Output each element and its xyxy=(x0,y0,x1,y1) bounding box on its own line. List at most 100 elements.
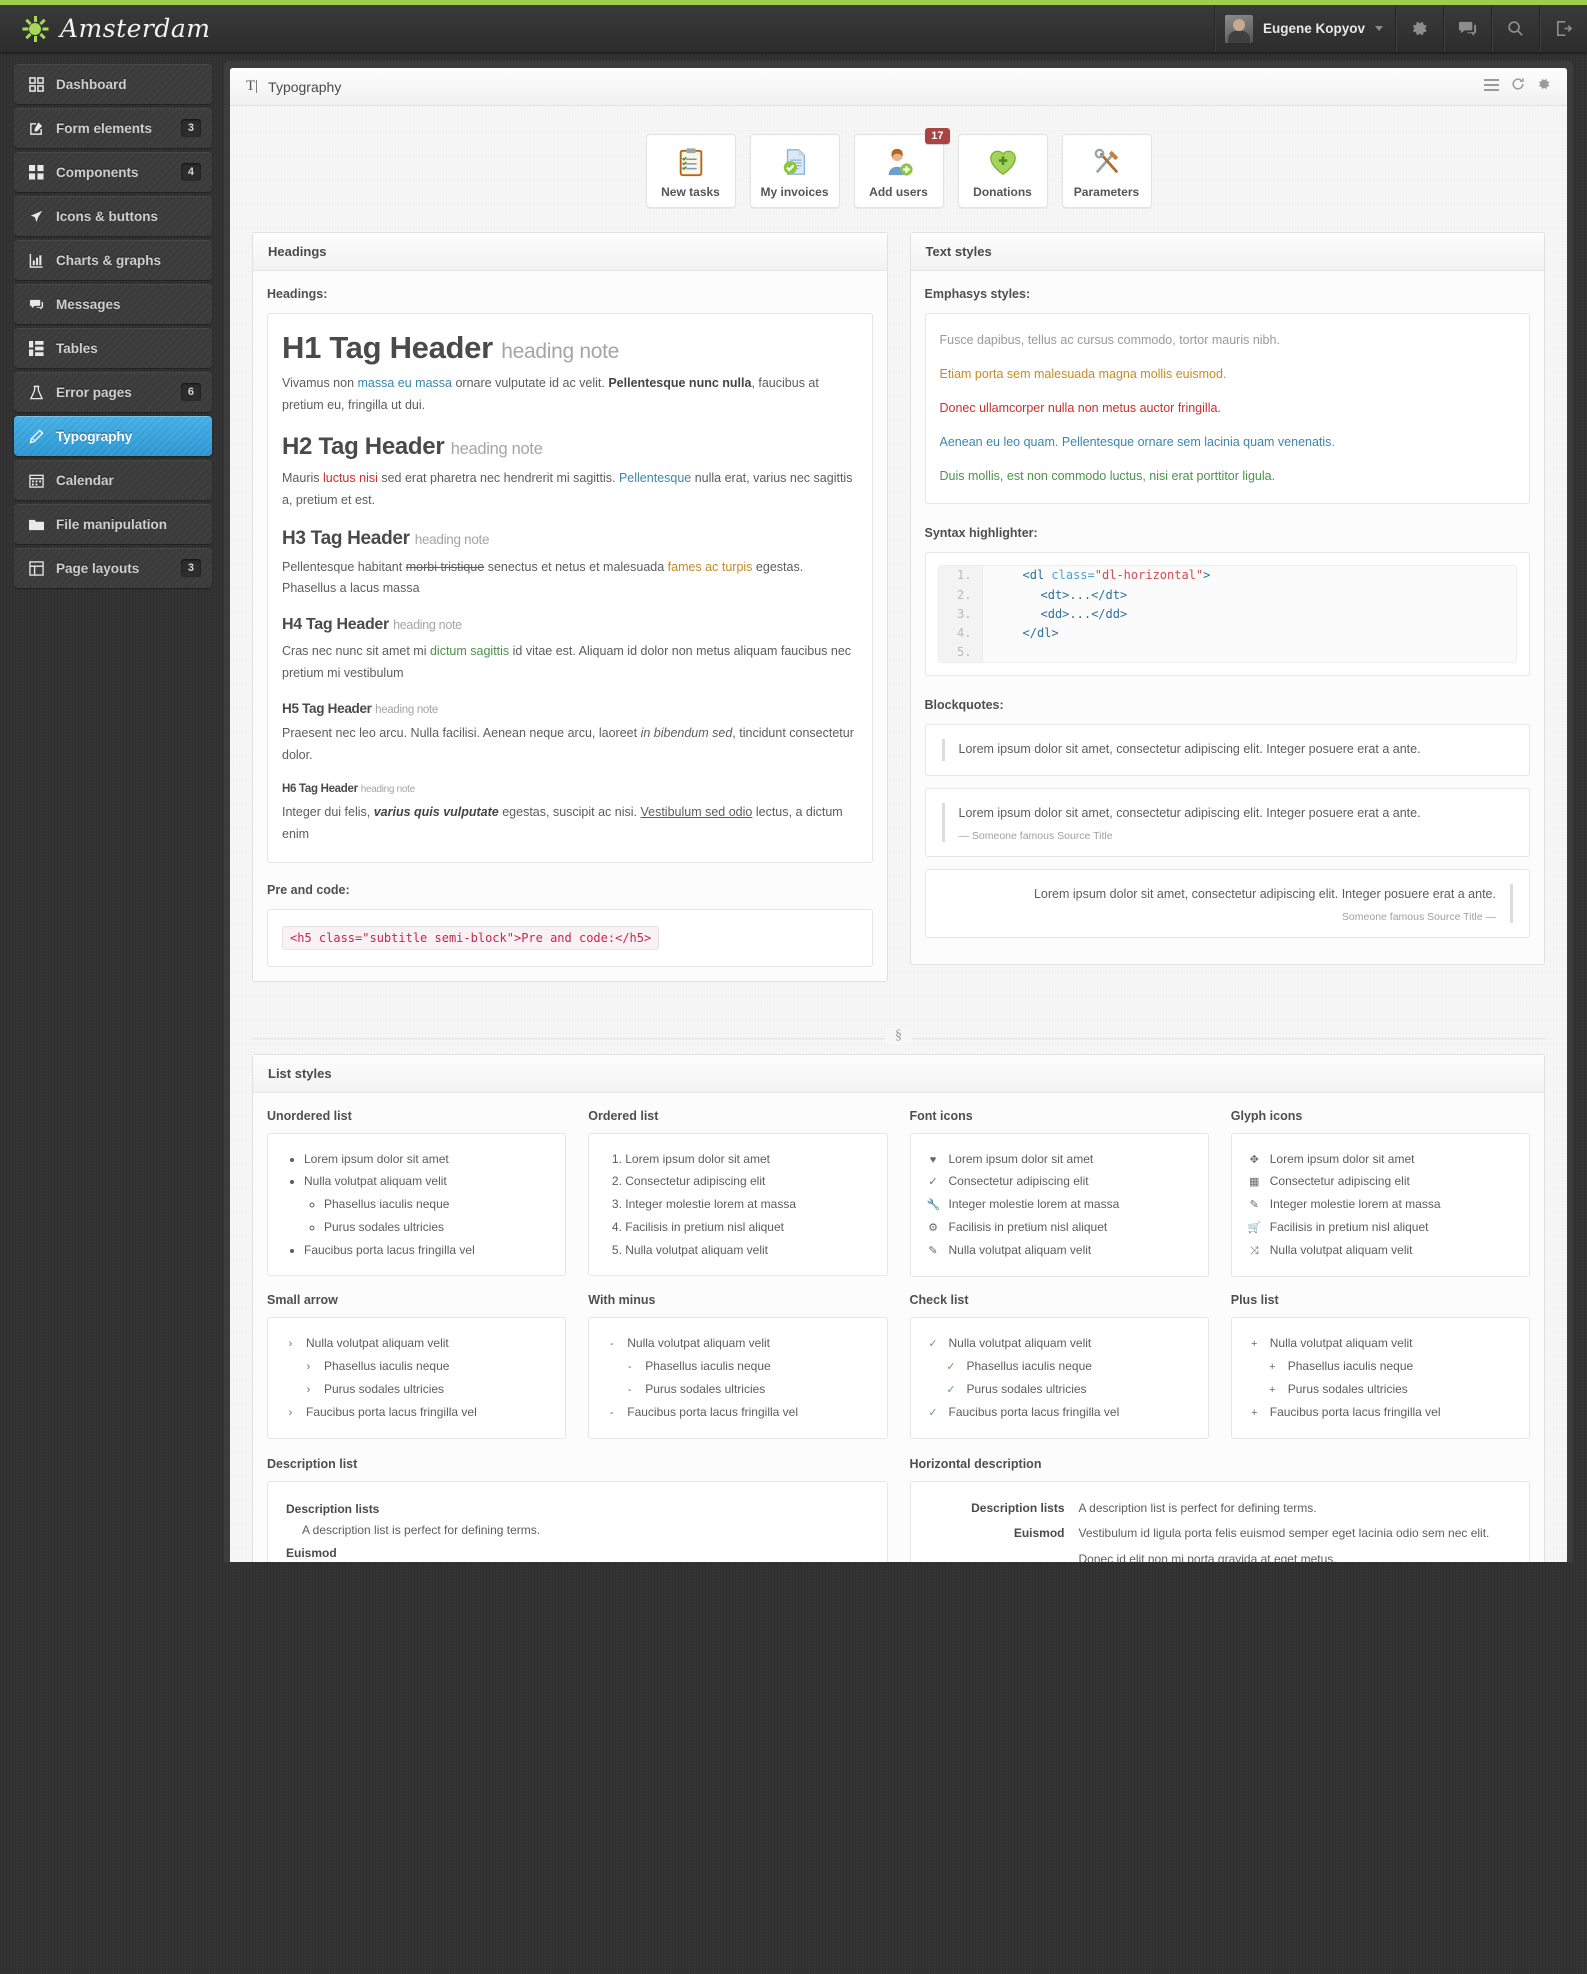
list-item: Nulla volutpat aliquam velitPhasellus ia… xyxy=(304,1170,549,1238)
list-item: Lorem ipsum dolor sit amet xyxy=(625,1148,870,1171)
list-item: ⤨ Nulla volutpat aliquam velit xyxy=(1248,1239,1513,1262)
code-line-number: 1. xyxy=(938,566,983,586)
list-item: + Purus sodales ultricies xyxy=(1248,1378,1513,1401)
h3-paragraph: Pellentesque habitant morbi tristique se… xyxy=(282,559,804,596)
list: Lorem ipsum dolor sit ametConsectetur ad… xyxy=(605,1148,870,1262)
list-item: Faucibus porta lacus fringilla vel xyxy=(304,1239,549,1262)
list-item-label: Phasellus iaculis neque xyxy=(645,1358,771,1373)
sidebar-item-tables[interactable]: Tables xyxy=(14,328,212,368)
brand[interactable]: Amsterdam xyxy=(0,14,211,43)
sidebar-item-form-elements[interactable]: Form elements 3 xyxy=(14,108,212,148)
sidebar-item-typography[interactable]: Typography xyxy=(14,416,212,456)
shortcut-label: My invoices xyxy=(760,185,829,199)
h6-note: heading note xyxy=(360,783,416,795)
sidebar-item-label: Tables xyxy=(56,340,98,356)
sidebar-item-charts-graphs[interactable]: Charts & graphs xyxy=(14,240,212,280)
logout-button[interactable] xyxy=(1539,5,1587,52)
sidebar-item-label: Charts & graphs xyxy=(56,252,162,268)
list-item: › Purus sodales ultricies xyxy=(284,1378,549,1401)
sidebar-item-calendar[interactable]: Calendar xyxy=(14,460,212,500)
refresh-icon[interactable] xyxy=(1511,77,1525,96)
list-box: ✓ Nulla volutpat aliquam velit ✓ Phasellus … xyxy=(909,1316,1209,1439)
list-item: 🔧 Integer molestie lorem at massa xyxy=(927,1193,1192,1216)
list-item-label: Faucibus porta lacus fringilla vel xyxy=(306,1404,477,1419)
description-detail: A description list is perfect for defini… xyxy=(302,1523,541,1538)
emphasis-list: Fusce dapibus, tellus ac cursus commodo,… xyxy=(924,313,1530,505)
list-group-title: Font icons xyxy=(909,1108,973,1123)
layout-icon xyxy=(25,560,47,576)
shortcut-parameters[interactable]: Parameters xyxy=(1061,134,1152,208)
sidebar-item-dashboard[interactable]: Dashboard xyxy=(14,64,212,104)
pencil-icon: ✎ xyxy=(1249,1199,1259,1212)
horizontal-description-detail: Vestibulum id ligula porta felis euismod… xyxy=(1078,1526,1490,1541)
list-box: - Nulla volutpat aliquam velit - Phasellus … xyxy=(588,1316,888,1439)
list-item-label: Purus sodales ultricies xyxy=(324,1381,445,1396)
sidebar-item-file-manipulation[interactable]: File manipulation xyxy=(14,504,212,544)
shortcut-my-invoices[interactable]: My invoices xyxy=(749,134,840,208)
list-item: ✎ Integer molestie lorem at massa xyxy=(1248,1193,1513,1216)
code-line: 3. <dd>...</dd> xyxy=(938,604,1517,624)
cursor-icon xyxy=(25,209,47,224)
description-list-title: Description list xyxy=(267,1456,358,1471)
list-item-label: Faucibus porta lacus fringilla vel xyxy=(1269,1404,1441,1419)
h3-note: heading note xyxy=(414,531,490,547)
sidebar-item-label: Dashboard xyxy=(56,76,127,92)
gear-icon: ⚙ xyxy=(928,1222,938,1235)
check-icon: ✓ xyxy=(928,1337,938,1350)
sidebar-item-error-pages[interactable]: Error pages 6 xyxy=(14,372,212,412)
headings-box-title: Headings xyxy=(253,233,887,271)
user-menu[interactable]: Eugene Kopyov xyxy=(1213,5,1395,52)
code-line-content xyxy=(983,643,1023,662)
sidebar-item-components[interactable]: Components 4 xyxy=(14,152,212,192)
sidebar-item-label: Icons & buttons xyxy=(56,208,158,224)
sidebar-item-icons-buttons[interactable]: Icons & buttons xyxy=(14,196,212,236)
list-icon[interactable] xyxy=(1484,78,1499,96)
shortcut-label: New tasks xyxy=(661,185,720,199)
code-line: 2. <dt>...</dt> xyxy=(938,585,1517,605)
check-icon: ✓ xyxy=(928,1406,938,1419)
list-item-label: Integer molestie lorem at massa xyxy=(948,1197,1120,1212)
gear-icon xyxy=(1412,21,1427,36)
h5-demo: H5 Tag Header heading note xyxy=(282,701,439,716)
list-item-label: Nulla volutpat aliquam velit xyxy=(627,1335,770,1350)
list-item: - Purus sodales ultricies xyxy=(605,1378,870,1401)
list-item: Purus sodales ultricies xyxy=(324,1216,549,1239)
list-box: › Nulla volutpat aliquam velit › Phasellus … xyxy=(267,1316,567,1439)
gear-icon[interactable] xyxy=(1537,77,1551,96)
list-item-label: Phasellus iaculis neque xyxy=(1287,1358,1414,1373)
plus-icon: + xyxy=(1269,1360,1276,1373)
sidebar-item-label: Error pages xyxy=(56,384,132,400)
list-group-title: Unordered list xyxy=(267,1108,352,1123)
resize-icon: ⤨ xyxy=(1249,1245,1259,1258)
list-item-label: Purus sodales ultricies xyxy=(1287,1381,1408,1396)
blockquote-source: Someone famous Source Title — xyxy=(1341,911,1496,924)
tools-icon xyxy=(1067,145,1147,179)
minus-icon: - xyxy=(627,1360,632,1373)
blockquote: Lorem ipsum dolor sit amet, consectetur … xyxy=(924,787,1530,857)
list-group: Glyph icons ✥ Lorem ipsum dolor sit amet ▦ C… xyxy=(1230,1109,1530,1277)
h2-demo: H2 Tag Header heading note xyxy=(282,432,543,460)
shortcut-label: Parameters xyxy=(1073,185,1140,199)
sidebar-item-messages[interactable]: Messages xyxy=(14,284,212,324)
list-styles-title: List styles xyxy=(253,1054,1544,1093)
shortcut-new-tasks[interactable]: New tasks xyxy=(645,134,736,208)
list-item-label: Purus sodales ultricies xyxy=(645,1381,766,1396)
messages-button[interactable] xyxy=(1443,5,1491,52)
chevron-right-icon: › xyxy=(288,1337,293,1350)
list-item-label: Facilisis in pretium nisl aliquet xyxy=(1269,1220,1429,1235)
search-button[interactable] xyxy=(1491,5,1539,52)
code-line-content: </dl> xyxy=(1022,625,1059,640)
code-line: 1. <dl class="dl-horizontal"> xyxy=(938,566,1517,586)
code-line-content: <dl class="dl-horizontal"> xyxy=(1022,568,1211,583)
sidebar-item-page-layouts[interactable]: Page layouts 3 xyxy=(14,548,212,588)
shortcut-add-users[interactable]: Add users 17 xyxy=(853,128,950,208)
list-item: ✓ Consectetur adipiscing elit xyxy=(927,1170,1192,1193)
shortcut-donations[interactable]: Donations xyxy=(957,134,1048,208)
horizontal-description-list: Description lists A description list is p… xyxy=(909,1480,1530,1562)
add-user-icon xyxy=(859,145,939,179)
h4-paragraph: Cras nec nunc sit amet mi dictum sagitti… xyxy=(282,644,852,681)
list-styles-box: List styles Unordered list Lorem ipsum do… xyxy=(252,1053,1545,1562)
sun-icon xyxy=(22,15,48,42)
nested-list: Phasellus iaculis nequePurus sodales ult… xyxy=(304,1193,549,1239)
settings-button[interactable] xyxy=(1395,5,1443,52)
